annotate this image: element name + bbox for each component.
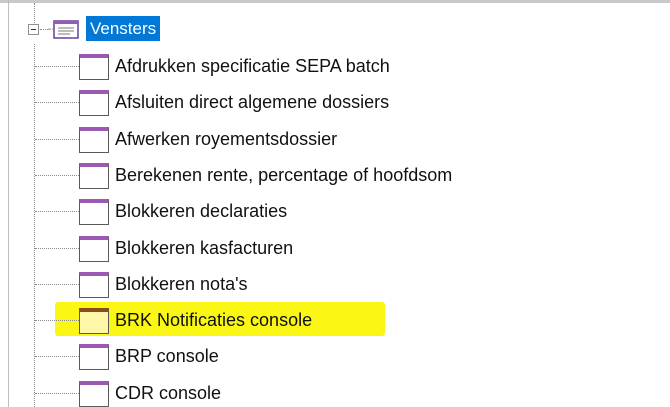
tree-root-label[interactable]: Vensters [86,16,161,41]
tree-item[interactable]: CDR console [35,375,635,407]
tree-line-branch [35,139,79,140]
tree-item[interactable]: Blokkeren kasfacturen [35,230,635,264]
tree-item[interactable]: Afsluiten direct algemene dossiers [35,84,635,118]
tree-line-branch [35,211,79,212]
tree-line-branch [35,175,79,176]
window-icon [79,381,109,407]
tree-line-branch [35,284,79,285]
tree-item[interactable]: Berekenen rente, percentage of hoofdsom [35,157,635,191]
window-icon [79,199,109,225]
tree-line-branch [35,356,79,357]
tree-item-label[interactable]: BRP console [115,344,219,368]
tree-item[interactable]: Afdrukken specificatie SEPA batch [35,48,635,82]
tree-line-branch [35,66,79,67]
tree-line-branch [35,102,79,103]
window-icon [79,90,109,116]
tree-item[interactable]: Blokkeren declaraties [35,193,635,227]
tree-line-branch [35,320,79,321]
window-icon [79,308,109,334]
folder-tree-icon [48,18,80,40]
tree-item-label[interactable]: Blokkeren declaraties [115,199,287,223]
window-icon [79,344,109,370]
tree-item-label[interactable]: Blokkeren nota's [115,272,248,296]
tree-item-label[interactable]: Afdrukken specificatie SEPA batch [115,54,390,78]
tree-line-branch [35,248,79,249]
window-icon [79,236,109,262]
tree-line-branch [35,393,79,394]
tree-item-label[interactable]: Afwerken royementsdossier [115,127,337,151]
tree-item[interactable]: BRP console [35,338,635,372]
tree-item-label[interactable]: CDR console [115,381,221,405]
window-icon [79,54,109,80]
tree-item-label[interactable]: Afsluiten direct algemene dossiers [115,90,389,114]
window-icon [79,127,109,153]
tree-item[interactable]: Afwerken royementsdossier [35,121,635,155]
tree-view[interactable]: Vensters Afdrukken specificatie SEPA bat… [0,0,670,407]
window-icon [79,163,109,189]
tree-item-label[interactable]: Berekenen rente, percentage of hoofdsom [115,163,452,187]
tree-item-label[interactable]: BRK Notificaties console [115,308,312,332]
window-icon [79,272,109,298]
tree-item[interactable]: Blokkeren nota's [35,266,635,300]
collapse-minus-icon[interactable] [28,24,39,35]
tree-item[interactable]: BRK Notificaties console [35,302,635,336]
tree-item-label[interactable]: Blokkeren kasfacturen [115,236,293,260]
